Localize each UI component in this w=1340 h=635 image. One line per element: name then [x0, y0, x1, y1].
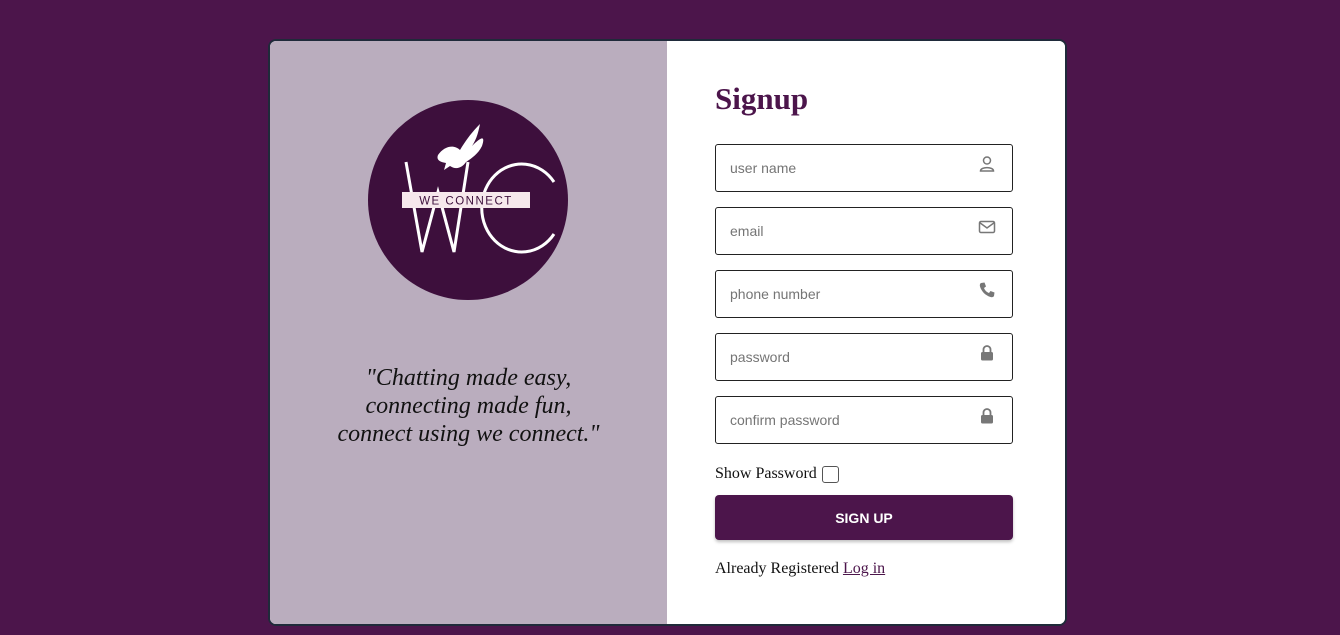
phone-input[interactable]	[716, 271, 1012, 317]
page-title: Signup	[715, 81, 809, 116]
tagline-line-2: connecting made fun,	[365, 393, 572, 419]
signup-form-panel: Signup user name email phone number Show…	[667, 41, 1065, 624]
lock-icon	[978, 344, 996, 362]
show-password-toggle[interactable]: Show Password	[715, 465, 839, 483]
show-password-checkbox[interactable]	[821, 465, 839, 483]
username-field	[715, 144, 1013, 192]
password-input[interactable]	[716, 334, 1012, 380]
email-input[interactable]	[716, 208, 1012, 254]
tagline-line-3: connect using we connect."	[337, 421, 600, 447]
envelope-icon	[978, 218, 996, 236]
password-field	[715, 333, 1013, 381]
confirm-password-input[interactable]	[716, 397, 1012, 443]
signup-card: WE CONNECT "Chatting made easy, connecti…	[268, 39, 1067, 626]
tagline: "Chatting made easy, connecting made fun…	[270, 364, 667, 448]
login-link[interactable]: Log in	[843, 560, 885, 577]
login-prompt: Already Registered Log in	[715, 560, 885, 578]
phone-icon	[978, 281, 996, 299]
email-field	[715, 207, 1013, 255]
logo-text: WE CONNECT	[419, 196, 513, 208]
confirm-password-field	[715, 396, 1013, 444]
we-connect-logo: WE CONNECT	[368, 100, 568, 300]
phone-field	[715, 270, 1013, 318]
signup-button[interactable]: SIGN UP	[715, 495, 1013, 540]
brand-panel: WE CONNECT "Chatting made easy, connecti…	[270, 41, 667, 624]
username-input[interactable]	[716, 145, 1012, 191]
lock-icon	[978, 407, 996, 425]
already-registered-text: Already Registered	[715, 560, 839, 577]
tagline-line-1: "Chatting made easy,	[365, 365, 572, 391]
user-icon	[978, 155, 996, 173]
show-password-label: Show Password	[715, 465, 817, 482]
